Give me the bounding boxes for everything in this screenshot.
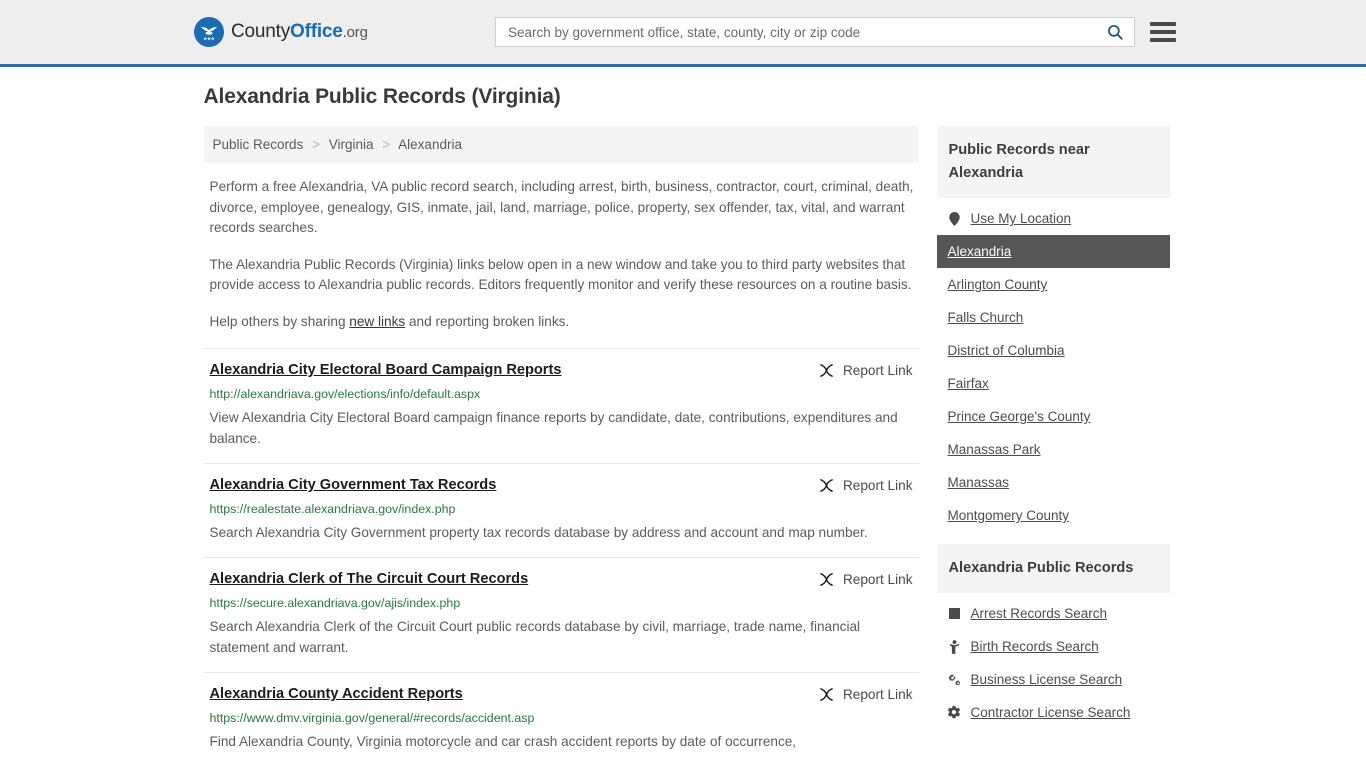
sidebar-item-birth-records-search[interactable]: Birth Records Search [937, 630, 1170, 663]
result-description: View Alexandria City Electoral Board cam… [209, 410, 898, 446]
sidebar-nearby-list: Use My Location Alexandria Arlington Cou… [936, 198, 1170, 532]
breadcrumb: Public Records > Virginia > Alexandria [203, 126, 919, 163]
sidebar-item-district-of-columbia[interactable]: District of Columbia [937, 334, 1170, 367]
report-link-button[interactable]: Report Link [818, 570, 913, 588]
result-item: Alexandria City Electoral Board Campaign… [203, 348, 919, 463]
breadcrumb-item-virginia[interactable]: Virginia [329, 137, 374, 152]
report-link-button[interactable]: Report Link [818, 476, 913, 494]
search-button[interactable] [1096, 18, 1134, 46]
site-logo[interactable]: CountyOffice.org [194, 17, 368, 47]
sidebar: Public Records near Alexandria Use My Lo… [936, 126, 1170, 766]
result-url: https://realestate.alexandriava.gov/inde… [209, 502, 456, 516]
sidebar-item-use-my-location[interactable]: Use My Location [937, 202, 1170, 235]
result-url: https://secure.alexandriava.gov/ajis/ind… [209, 596, 461, 610]
result-item: Alexandria City Government Tax Records R… [203, 463, 919, 557]
page-title: Alexandria Public Records (Virginia) [203, 85, 561, 108]
sidebar-item-manassas[interactable]: Manassas [937, 466, 1170, 499]
result-item: Alexandria Clerk of The Circuit Court Re… [203, 557, 919, 672]
broken-link-icon [820, 573, 833, 586]
search-bar[interactable] [495, 17, 1135, 47]
breadcrumb-separator: > [382, 137, 391, 152]
result-title-link[interactable]: Alexandria City Electoral Board Campaign… [210, 361, 562, 380]
result-description: Find Alexandria County, Virginia motorcy… [209, 734, 797, 749]
sidebar-link[interactable]: Montgomery County [948, 508, 1070, 523]
map-pin-icon [948, 211, 962, 226]
intro-paragraph-2: The Alexandria Public Records (Virginia)… [209, 256, 912, 293]
sidebar-link[interactable]: Contractor License Search [971, 705, 1131, 720]
sidebar-link[interactable]: Arrest Records Search [971, 606, 1108, 621]
result-url: http://alexandriava.gov/elections/info/d… [209, 387, 481, 401]
sidebar-records-heading: Alexandria Public Records [936, 544, 1170, 593]
sidebar-link[interactable]: Birth Records Search [971, 639, 1099, 654]
logo-text-office: Office [290, 21, 343, 42]
results-list: Alexandria City Electoral Board Campaign… [203, 348, 919, 766]
sidebar-item-prince-georges-county[interactable]: Prince George's County [937, 400, 1170, 433]
broken-link-icon [820, 688, 833, 701]
report-link-button[interactable]: Report Link [818, 361, 913, 379]
result-description: Search Alexandria Clerk of the Circuit C… [209, 619, 861, 655]
result-title-link[interactable]: Alexandria City Government Tax Records [210, 476, 497, 495]
intro-text: Perform a free Alexandria, VA public rec… [204, 177, 919, 332]
intro-paragraph-1: Perform a free Alexandria, VA public rec… [209, 179, 914, 235]
cogs-icon [948, 673, 962, 687]
sidebar-nearby-heading: Public Records near Alexandria [936, 126, 1170, 198]
sidebar-link[interactable]: Alexandria [948, 244, 1012, 259]
eagle-shield-logo-icon [194, 17, 224, 47]
logo-text-county: County [231, 21, 291, 42]
report-link-label: Report Link [842, 478, 913, 493]
child-icon [948, 639, 962, 654]
page-body: Alexandria Public Records (Virginia) Pub… [0, 67, 1366, 766]
new-links-link[interactable]: new links [349, 314, 405, 329]
result-description: Search Alexandria City Government proper… [209, 525, 868, 540]
sidebar-item-montgomery-county[interactable]: Montgomery County [937, 499, 1170, 532]
sidebar-records-box: Alexandria Public Records Arrest Records… [936, 544, 1170, 729]
sidebar-item-fairfax[interactable]: Fairfax [937, 367, 1170, 400]
search-icon [1108, 25, 1123, 40]
sidebar-item-arlington-county[interactable]: Arlington County [937, 268, 1170, 301]
report-link-label: Report Link [842, 572, 913, 587]
sidebar-link[interactable]: Arlington County [948, 277, 1048, 292]
result-title-link[interactable]: Alexandria Clerk of The Circuit Court Re… [210, 570, 529, 589]
sidebar-item-manassas-park[interactable]: Manassas Park [937, 433, 1170, 466]
search-input[interactable] [496, 18, 1096, 46]
result-url: https://www.dmv.virginia.gov/general/#re… [209, 711, 535, 725]
sidebar-link[interactable]: Use My Location [971, 211, 1072, 226]
sidebar-link[interactable]: Business License Search [971, 672, 1123, 687]
gear-icon [948, 706, 962, 719]
sidebar-link[interactable]: Falls Church [948, 310, 1024, 325]
sidebar-link[interactable]: Manassas [948, 475, 1010, 490]
fingerprint-square-icon [948, 608, 962, 619]
sidebar-item-alexandria[interactable]: Alexandria [936, 235, 1170, 268]
result-item: Alexandria County Accident Reports Repor… [203, 672, 919, 766]
result-title-link[interactable]: Alexandria County Accident Reports [210, 685, 463, 704]
breadcrumb-separator: > [312, 137, 320, 152]
main-content: Public Records > Virginia > Alexandria P… [203, 126, 919, 766]
sidebar-item-contractor-license-search[interactable]: Contractor License Search [937, 696, 1170, 729]
sidebar-link[interactable]: Prince George's County [948, 409, 1091, 424]
breadcrumb-item-public-records[interactable]: Public Records [213, 137, 304, 152]
sidebar-link[interactable]: District of Columbia [948, 343, 1065, 358]
sidebar-link[interactable]: Fairfax [948, 376, 989, 391]
sidebar-item-arrest-records-search[interactable]: Arrest Records Search [937, 597, 1170, 630]
report-link-label: Report Link [842, 687, 913, 702]
intro-p3-before: Help others by sharing [209, 313, 350, 329]
report-link-label: Report Link [842, 363, 913, 378]
site-header: CountyOffice.org [0, 0, 1366, 67]
report-link-button[interactable]: Report Link [818, 685, 913, 703]
intro-paragraph-3: Help others by sharing new links and rep… [204, 312, 919, 333]
logo-text-org: .org [342, 24, 368, 41]
sidebar-link[interactable]: Manassas Park [948, 442, 1041, 457]
sidebar-item-falls-church[interactable]: Falls Church [937, 301, 1170, 334]
sidebar-item-business-license-search[interactable]: Business License Search [937, 663, 1170, 696]
breadcrumb-item-alexandria[interactable]: Alexandria [398, 137, 462, 152]
sidebar-records-list: Arrest Records Search Birth Records Sear… [937, 593, 1170, 729]
hamburger-menu-icon[interactable] [1150, 20, 1176, 44]
sidebar-nearby-box: Public Records near Alexandria Use My Lo… [936, 126, 1170, 532]
intro-p3-after: and reporting broken links. [405, 313, 570, 329]
broken-link-icon [820, 364, 833, 377]
broken-link-icon [820, 479, 833, 492]
